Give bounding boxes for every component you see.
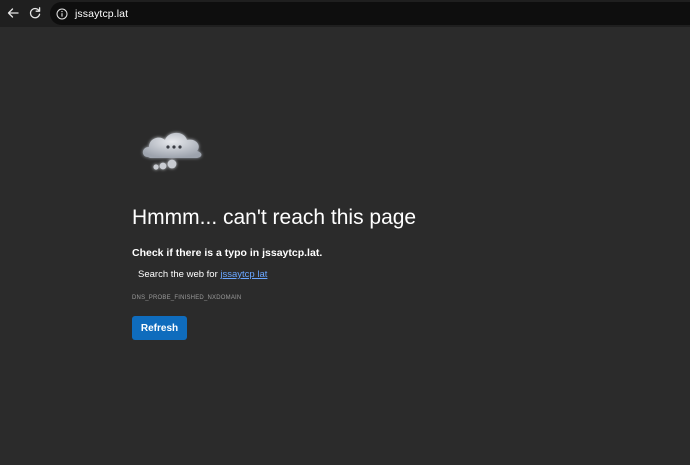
url-text[interactable]: jssaytcp.lat — [75, 8, 128, 20]
search-suggestion: Search the web for jssaytcp lat — [138, 269, 267, 280]
browser-toolbar: jssaytcp.lat — [0, 0, 690, 27]
refresh-button[interactable]: Refresh — [132, 316, 187, 340]
arrow-left-icon — [7, 8, 19, 18]
reload-button[interactable] — [24, 2, 46, 24]
error-code: DNS_PROBE_FINISHED_NXDOMAIN — [132, 295, 242, 301]
back-button[interactable] — [2, 2, 24, 24]
info-circle-icon — [56, 8, 68, 19]
site-info-button[interactable] — [55, 7, 69, 21]
search-web-link[interactable]: jssaytcp lat — [220, 269, 267, 280]
search-prefix-text: Search the web for — [138, 269, 221, 280]
cloud-thinking-icon — [138, 127, 210, 175]
error-page: Hmmm... can't reach this page Check if t… — [0, 27, 690, 465]
refresh-icon — [29, 7, 41, 19]
typo-hint: Check if there is a typo in jssaytcp.lat… — [132, 247, 323, 259]
address-bar[interactable]: jssaytcp.lat — [50, 2, 690, 25]
error-title: Hmmm... can't reach this page — [132, 206, 417, 229]
